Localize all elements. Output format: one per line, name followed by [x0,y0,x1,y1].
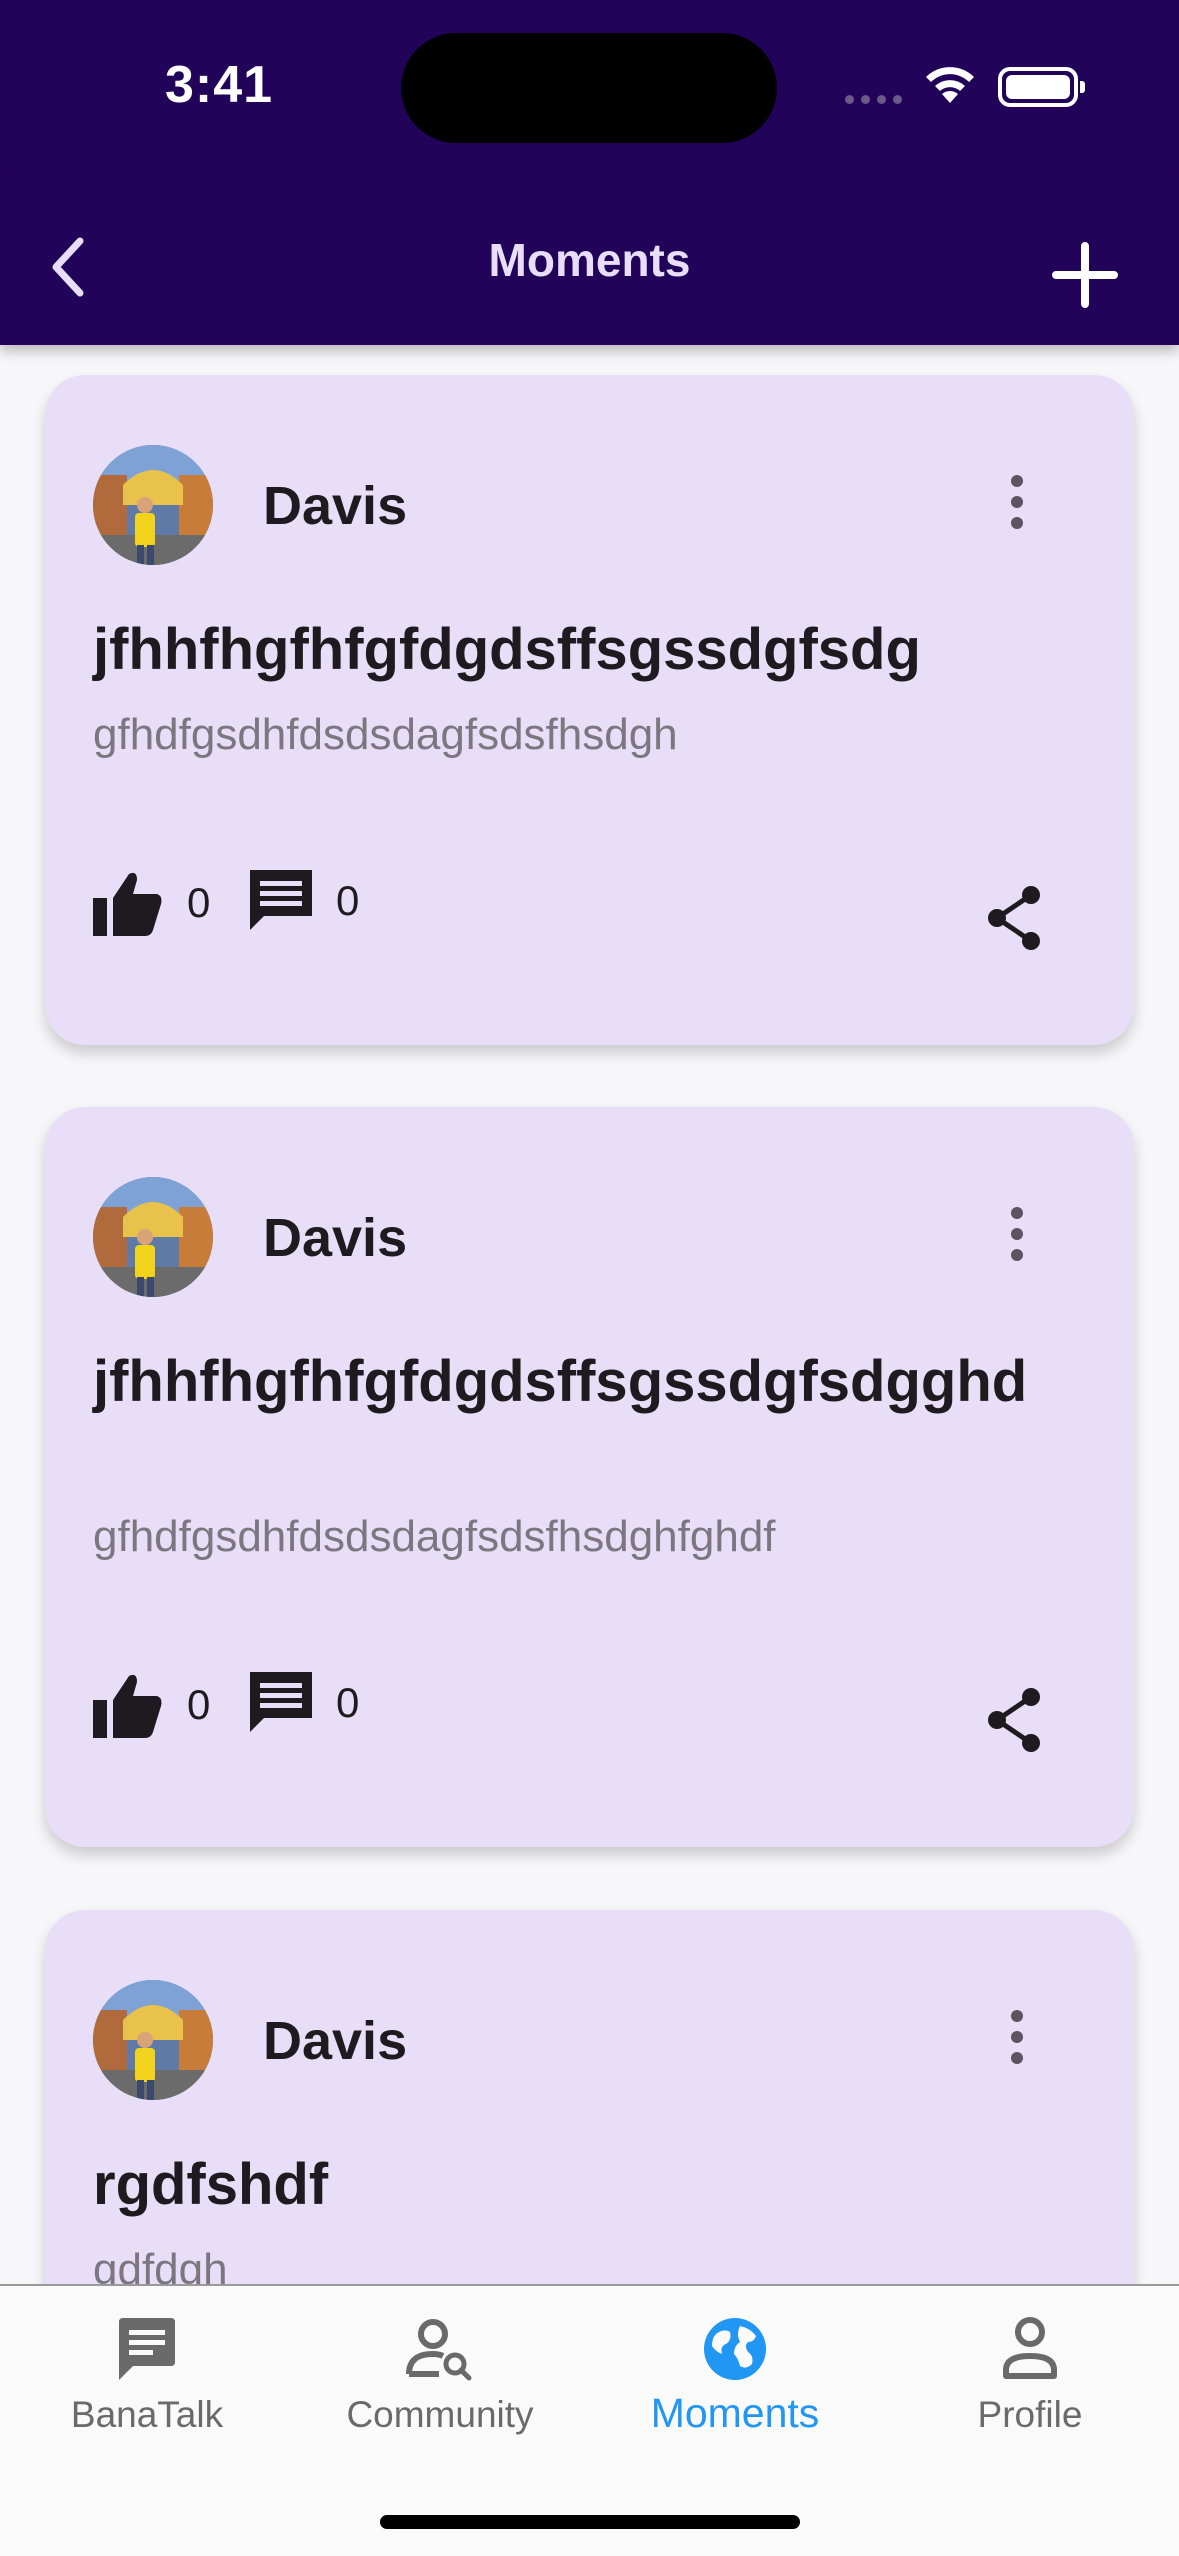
wifi-icon [926,67,974,103]
tab-profile[interactable]: Profile [915,2314,1145,2436]
moments-feed[interactable]: Davis jfhhfhgfhfgfdgdsffsgssdgfsdg gfhdf… [0,345,1179,2285]
tab-label: BanaTalk [70,2394,224,2435]
tab-label: Profile [977,2394,1083,2435]
globe-icon [704,2318,766,2380]
post-author[interactable]: Davis [263,475,407,537]
post-title: rgdfshdf [93,2152,329,2217]
comment-button[interactable]: 0 [250,1672,359,1734]
person-search-icon [406,2319,472,2381]
status-time: 3:41 [165,56,274,114]
post-title: jfhhfhgfhfgfdgdsffsgssdgfsdg [93,617,921,682]
comment-button[interactable]: 0 [250,870,359,932]
tab-moments[interactable]: Moments [620,2314,850,2437]
comment-icon [250,1672,312,1732]
post-body: gfhdfgsdhfdsdsdagfsdsfhsdgh [93,710,678,759]
tab-banatalk[interactable]: BanaTalk [32,2314,262,2436]
post-author[interactable]: Davis [263,2010,407,2072]
avatar[interactable] [93,1980,213,2100]
tab-label: Community [346,2394,534,2435]
post-author[interactable]: Davis [263,1207,407,1269]
avatar[interactable] [93,1177,213,1297]
post-body: gfhdfgsdhfdsdsdagfsdsfhsdghfghdf [93,1512,776,1561]
like-button[interactable]: 0 [93,870,210,936]
person-icon [1003,2317,1057,2379]
more-options-button[interactable] [1002,1207,1032,1267]
moment-card[interactable]: Davis jfhhfhgfhfgfdgdsffsgssdgfsdg gfhdf… [45,375,1134,1045]
home-indicator[interactable] [380,2515,800,2529]
status-bar: 3:41 [0,0,1179,175]
comment-count: 0 [336,1679,360,1726]
dynamic-island [401,33,777,143]
moment-card[interactable]: Davis rgdfshdf gdfdgh 0 0 [45,1910,1134,2285]
comment-count: 0 [336,877,360,924]
more-options-button[interactable] [1002,2010,1032,2070]
cellular-signal-icon [845,95,905,105]
share-icon[interactable] [985,885,1045,951]
post-title: jfhhfhgfhfgfdgdsffsgssdgfsdgghd [93,1349,1028,1414]
more-options-button[interactable] [1002,475,1032,535]
avatar[interactable] [93,445,213,565]
battery-icon [998,67,1085,107]
like-count: 0 [187,879,211,926]
like-button[interactable]: 0 [93,1672,210,1738]
add-moment-button[interactable] [1050,240,1120,310]
like-count: 0 [187,1681,211,1728]
moment-card[interactable]: Davis jfhhfhgfhfgfdgdsffsgssdgfsdgghd gf… [45,1107,1134,1847]
page-title: Moments [488,234,691,286]
post-body: gdfdgh [93,2245,228,2285]
thumbs-up-icon [93,1674,162,1738]
tab-community[interactable]: Community [325,2314,555,2436]
app-bar: Moments [0,175,1179,345]
chat-icon [119,2318,175,2380]
tab-label: Moments [650,2390,820,2436]
comment-icon [250,870,312,930]
thumbs-up-icon [93,872,162,936]
share-icon[interactable] [985,1687,1045,1753]
